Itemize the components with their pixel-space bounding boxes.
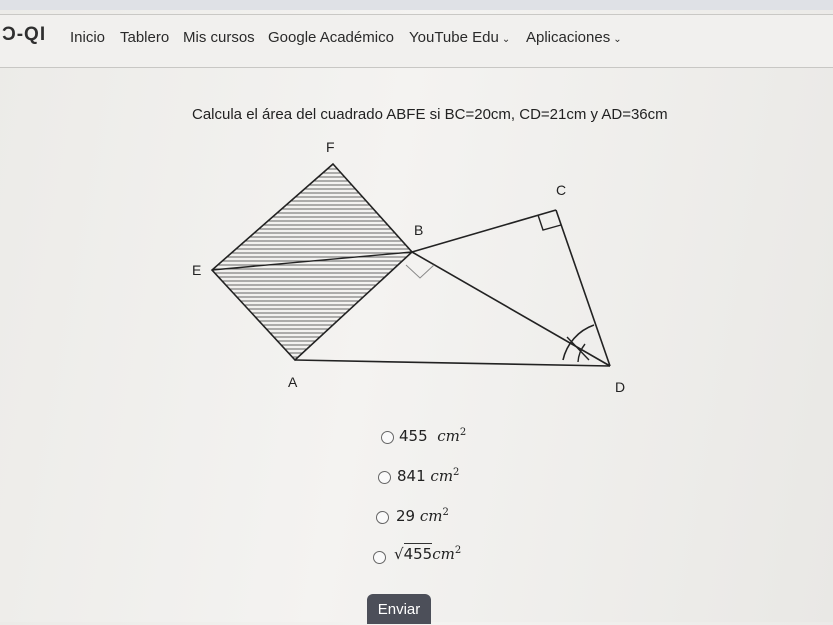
option-4-radicand: 455 xyxy=(403,543,433,563)
right-angle-mark-b xyxy=(405,264,435,279)
option-3-label: 29 cm2 xyxy=(396,507,449,525)
label-a: A xyxy=(288,374,298,390)
option-2-exp: 2 xyxy=(453,467,460,478)
radio-option-1[interactable] xyxy=(381,431,394,444)
option-4-label: √455cm2 xyxy=(394,543,462,563)
segment-a-d xyxy=(294,359,611,367)
option-4-unit: cm xyxy=(432,545,455,563)
radio-option-2[interactable] xyxy=(378,471,391,484)
segment-c-d xyxy=(555,209,611,367)
radio-option-3[interactable] xyxy=(376,511,389,524)
option-3-value: 29 xyxy=(396,507,416,525)
label-d: D xyxy=(615,379,625,395)
option-2-unit: cm xyxy=(430,467,454,485)
option-4-exp: 2 xyxy=(454,545,462,556)
submit-button[interactable]: Enviar xyxy=(367,594,431,624)
right-angle-mark-c xyxy=(537,214,562,231)
angle-tick xyxy=(566,336,590,361)
option-3-exp: 2 xyxy=(442,507,449,518)
sqrt-symbol: √ xyxy=(394,545,404,563)
option-1-value: 455 xyxy=(399,427,428,445)
option-2-value: 841 xyxy=(397,467,426,485)
segment-b-c xyxy=(411,209,557,253)
radio-option-4[interactable] xyxy=(373,551,386,564)
label-e: E xyxy=(192,262,201,278)
option-1-exp: 2 xyxy=(459,427,467,438)
label-b: B xyxy=(414,222,423,238)
option-1-unit: cm xyxy=(437,427,460,445)
label-c: C xyxy=(556,182,566,198)
option-3-unit: cm xyxy=(419,507,443,525)
segment-b-d xyxy=(411,251,611,367)
option-2-label: 841 cm2 xyxy=(397,467,459,485)
label-f: F xyxy=(326,139,335,155)
geometry-figure: F C B E A D xyxy=(192,139,625,395)
option-1-label: 455 cm2 xyxy=(399,427,466,445)
square-abfe xyxy=(210,162,414,362)
